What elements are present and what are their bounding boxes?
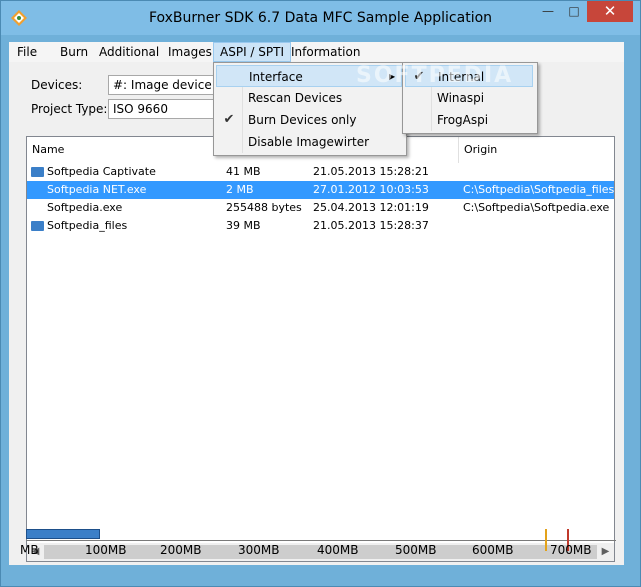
checkmark-icon: ✔ [223,112,235,127]
minimize-button[interactable]: — [535,1,561,22]
maximize-button[interactable]: □ [561,1,587,22]
scale-label: 400MB [317,543,359,557]
file-date: 25.04.2013 12:01:19 [313,201,429,214]
project-type-select[interactable]: ISO 9660 [108,99,218,119]
submenu-item-frogaspi[interactable]: FrogAspi [405,109,533,131]
devices-label: Devices: [31,78,83,92]
scale-label: 300MB [238,543,280,557]
file-name: Softpedia Captivate [47,165,156,178]
menu-item-burn-devices-only[interactable]: ✔ Burn Devices only [216,109,402,131]
capacity-bar [26,529,616,543]
menu-file[interactable]: File [11,42,43,62]
menu-aspi-spti[interactable]: ASPI / SPTI [213,42,291,62]
scale-label: 100MB [85,543,127,557]
scale-label: 500MB [395,543,437,557]
project-type-label: Project Type: [31,102,108,116]
column-header-origin[interactable]: Origin [459,137,614,163]
menu-item-disable-imagewriter[interactable]: Disable Imagewirter [216,131,402,153]
watermark: SOFTPEDIA [356,63,514,88]
file-name: Softpedia NET.exe [47,183,147,196]
title-bar[interactable]: FoxBurner SDK 6.7 Data MFC Sample Applic… [1,1,640,35]
menu-item-label: Disable Imagewirter [248,135,370,149]
file-row[interactable]: Softpedia.exe 255488 bytes 25.04.2013 12… [27,199,614,217]
file-name: Softpedia.exe [47,201,123,214]
file-size: 2 MB [226,183,254,196]
menu-bar: File Burn Additional Images ASPI / SPTI … [9,42,624,62]
menu-additional[interactable]: Additional [93,42,165,62]
capacity-warning-marker [545,529,547,551]
menu-information[interactable]: Information [285,42,366,62]
scale-label: 200MB [160,543,202,557]
submenu-item-winaspi[interactable]: Winaspi [405,87,533,109]
capacity-used-fill [26,529,100,539]
scale-label: 700MB [550,543,592,557]
file-size: 39 MB [226,219,261,232]
menu-images[interactable]: Images [162,42,218,62]
menu-item-label: Burn Devices only [248,113,357,127]
submenu-item-label: Winaspi [437,91,485,105]
file-size: 41 MB [226,165,261,178]
close-button[interactable]: ✕ [587,1,633,22]
file-row[interactable]: Softpedia_files 39 MB 21.05.2013 15:28:3… [27,217,614,235]
menu-item-label: Rescan Devices [248,91,343,105]
file-size: 255488 bytes [226,201,302,214]
folder-icon [31,221,44,231]
menu-item-label: Interface [249,70,303,84]
file-row[interactable]: Softpedia Captivate 41 MB 21.05.2013 15:… [27,163,614,181]
app-window: FoxBurner SDK 6.7 Data MFC Sample Applic… [0,0,641,587]
folder-icon [31,167,44,177]
submenu-item-label: FrogAspi [437,113,489,127]
menu-item-rescan-devices[interactable]: Rescan Devices [216,87,402,109]
file-origin: C:\Softpedia\Softpedia_files [463,183,614,196]
file-date: 21.05.2013 15:28:37 [313,219,429,232]
scale-label: MB [20,543,39,557]
file-date: 27.01.2012 10:03:53 [313,183,429,196]
capacity-axis [26,540,616,541]
devices-select[interactable]: #: Image device [108,75,218,95]
menu-burn[interactable]: Burn [54,42,94,62]
file-name: Softpedia_files [47,219,128,232]
file-row[interactable]: Softpedia NET.exe 2 MB 27.01.2012 10:03:… [27,181,614,199]
scroll-right-button[interactable]: ▶ [597,543,614,561]
scale-label: 600MB [472,543,514,557]
file-date: 21.05.2013 15:28:21 [313,165,429,178]
file-origin: C:\Softpedia\Softpedia.exe [463,201,610,214]
file-list[interactable]: Name Origin Softpedia Captivate 41 MB 21… [26,136,615,562]
